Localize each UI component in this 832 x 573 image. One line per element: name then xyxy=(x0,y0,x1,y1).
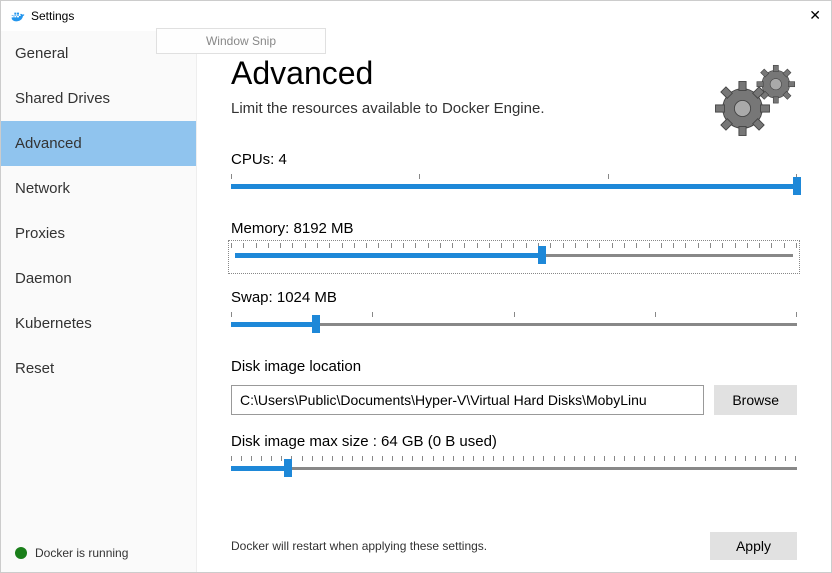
apply-button[interactable]: Apply xyxy=(710,532,797,560)
memory-label: Memory: 8192 MB xyxy=(231,220,797,237)
sidebar-item-general[interactable]: General xyxy=(1,31,196,76)
browse-button[interactable]: Browse xyxy=(714,385,797,415)
disk-location-input[interactable] xyxy=(231,385,704,415)
sidebar-item-daemon[interactable]: Daemon xyxy=(1,256,196,301)
disk-size-slider[interactable] xyxy=(231,456,797,484)
content-pane: Advanced Limit the resources available t… xyxy=(197,31,831,572)
memory-slider-thumb[interactable] xyxy=(538,246,546,264)
sidebar-item-shared-drives[interactable]: Shared Drives xyxy=(1,76,196,121)
cpu-slider-thumb[interactable] xyxy=(793,177,801,195)
status-bar: Docker is running xyxy=(1,534,196,572)
sidebar-item-reset[interactable]: Reset xyxy=(1,346,196,391)
memory-slider[interactable] xyxy=(231,243,797,271)
restart-note: Docker will restart when applying these … xyxy=(231,539,487,553)
disk-size-label: Disk image max size : 64 GB (0 B used) xyxy=(231,433,797,450)
swap-slider-thumb[interactable] xyxy=(312,315,320,333)
swap-label: Swap: 1024 MB xyxy=(231,289,797,306)
swap-slider[interactable] xyxy=(231,312,797,340)
disk-location-label: Disk image location xyxy=(231,358,797,375)
sidebar-item-kubernetes[interactable]: Kubernetes xyxy=(1,301,196,346)
status-text: Docker is running xyxy=(35,546,128,560)
status-indicator-icon xyxy=(15,547,27,559)
window-title: Settings xyxy=(31,9,74,23)
sidebar-item-proxies[interactable]: Proxies xyxy=(1,211,196,256)
sidebar-item-advanced[interactable]: Advanced xyxy=(1,121,196,166)
cpu-slider[interactable] xyxy=(231,174,797,202)
cpu-label: CPUs: 4 xyxy=(231,151,797,168)
disk-size-slider-thumb[interactable] xyxy=(284,459,292,477)
sidebar-item-network[interactable]: Network xyxy=(1,166,196,211)
docker-icon xyxy=(9,8,25,24)
close-icon[interactable]: ✕ xyxy=(809,7,821,24)
titlebar: Settings ✕ xyxy=(1,1,831,31)
gears-icon xyxy=(711,59,801,152)
sidebar: General Shared Drives Advanced Network P… xyxy=(1,31,197,572)
